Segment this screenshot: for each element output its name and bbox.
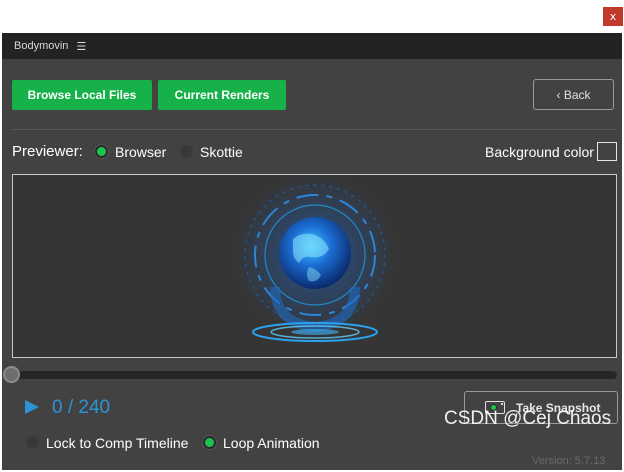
timeline-slider-track[interactable]: [12, 371, 617, 379]
globe-animation-frame: [235, 175, 395, 342]
frame-counter: 0 / 240: [52, 397, 111, 418]
back-button[interactable]: ‹ Back: [533, 79, 614, 110]
background-color-label: Background color: [485, 144, 594, 160]
panel-header: Bodymovin ☰: [2, 33, 622, 59]
previewer-label: Previewer:: [12, 143, 83, 160]
browser-radio-label[interactable]: Browser: [115, 144, 166, 160]
current-renders-button[interactable]: Current Renders: [158, 80, 286, 110]
loop-animation-label[interactable]: Loop Animation: [223, 435, 320, 451]
version-label: Version: 5.7.13: [532, 455, 606, 467]
watermark: CSDN @Cej Chaos: [444, 408, 612, 429]
animation-preview: [12, 174, 617, 358]
panel-title: Bodymovin: [14, 40, 69, 52]
divider: [12, 129, 617, 130]
hamburger-menu-icon[interactable]: ☰: [76, 40, 86, 53]
browse-local-files-button[interactable]: Browse Local Files: [12, 80, 152, 110]
skottie-radio-label[interactable]: Skottie: [200, 144, 243, 160]
play-icon[interactable]: [24, 399, 40, 420]
close-button[interactable]: x: [603, 7, 623, 26]
loop-animation-checkbox[interactable]: [203, 436, 216, 449]
browser-radio[interactable]: [95, 145, 108, 158]
lock-to-comp-timeline-label[interactable]: Lock to Comp Timeline: [46, 435, 188, 451]
app-window: x Bodymovin ☰ Browse Local Files Current…: [0, 0, 624, 472]
skottie-radio[interactable]: [180, 145, 193, 158]
timeline-slider-handle[interactable]: [3, 366, 20, 383]
lock-to-comp-timeline-checkbox[interactable]: [26, 436, 39, 449]
bodymovin-panel: Bodymovin ☰ Browse Local Files Current R…: [2, 33, 622, 470]
background-color-swatch[interactable]: [597, 142, 617, 161]
